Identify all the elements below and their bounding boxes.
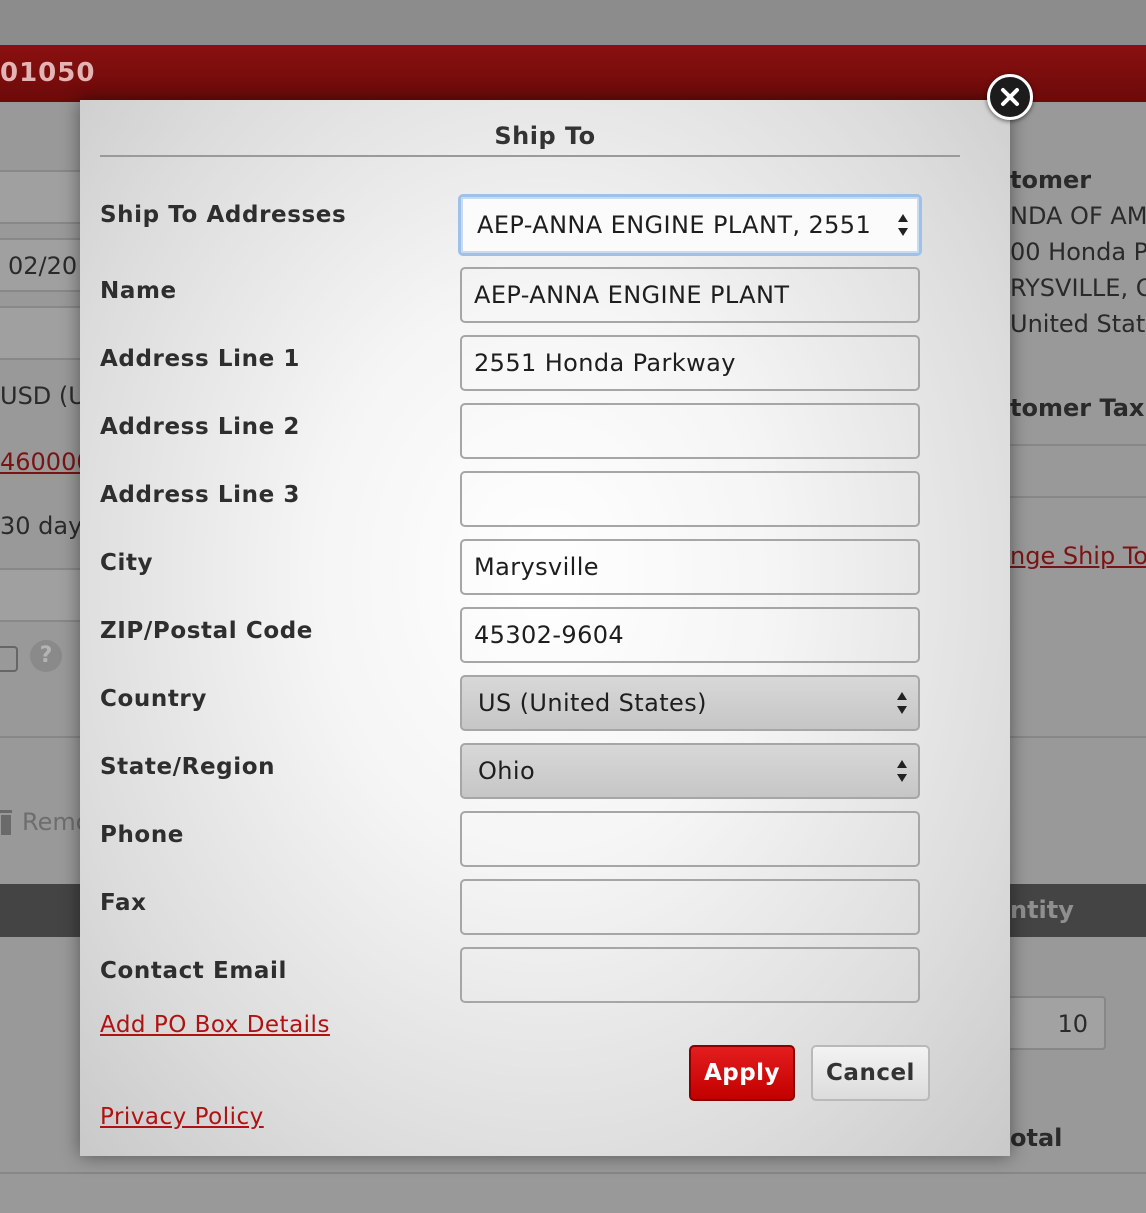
bg-divider xyxy=(0,736,80,738)
country-select[interactable]: US (United States) xyxy=(460,675,920,731)
phone-input[interactable] xyxy=(460,811,920,867)
name-label: Name xyxy=(100,278,177,304)
bg-customer-heading: tomer xyxy=(1010,166,1092,194)
bg-field-1 xyxy=(0,170,82,224)
order-header-bar xyxy=(0,45,1146,102)
add-po-box-link[interactable]: Add PO Box Details xyxy=(100,1012,330,1038)
ship-to-addresses-label: Ship To Addresses xyxy=(100,202,347,228)
state-label: State/Region xyxy=(100,754,276,780)
select-arrows-icon xyxy=(896,691,908,715)
bg-quantity-value: 10 xyxy=(1057,1010,1088,1038)
city-input[interactable]: Marysville xyxy=(460,539,920,595)
bg-change-ship-to-link: nge Ship To xyxy=(1010,542,1146,570)
bg-field-4 xyxy=(0,568,82,622)
address-line-1-label: Address Line 1 xyxy=(100,346,300,372)
bg-field-3 xyxy=(0,306,82,360)
close-dialog-button[interactable] xyxy=(987,74,1033,120)
bg-customer-line-3: RYSVILLE, OH xyxy=(1010,274,1146,302)
bg-divider-right xyxy=(1010,444,1146,446)
zip-label: ZIP/Postal Code xyxy=(100,618,313,644)
address-line-2-label: Address Line 2 xyxy=(100,414,300,440)
phone-label: Phone xyxy=(100,822,185,848)
state-value: Ohio xyxy=(478,757,536,785)
bg-total: otal xyxy=(1010,1124,1063,1152)
zip-input[interactable]: 45302-9604 xyxy=(460,607,920,663)
privacy-policy-link[interactable]: Privacy Policy xyxy=(100,1104,264,1130)
bg-checkbox xyxy=(0,646,18,672)
address-line-1-input[interactable]: 2551 Honda Parkway xyxy=(460,335,920,391)
bg-amount-link: 460000 xyxy=(0,448,92,476)
bg-divider-right-2 xyxy=(1010,496,1146,498)
address-line-3-input[interactable] xyxy=(460,471,920,527)
dialog-title: Ship To xyxy=(494,122,596,150)
bg-customer-tax: tomer Tax xyxy=(1010,394,1145,422)
apply-button[interactable]: Apply xyxy=(689,1045,795,1101)
country-value: US (United States) xyxy=(478,689,707,717)
city-label: City xyxy=(100,550,154,576)
contact-email-input[interactable] xyxy=(460,947,920,1003)
bg-divider-right-3 xyxy=(1010,736,1146,738)
address-line-3-label: Address Line 3 xyxy=(100,482,300,508)
order-number: 01050 xyxy=(0,58,96,88)
bg-customer-line-2: 00 Honda P xyxy=(1010,238,1146,266)
bg-date: 02/20 xyxy=(8,252,78,280)
ship-to-dialog: Ship To Ship To Addresses AEP-ANNA ENGIN… xyxy=(80,100,1010,1156)
name-input[interactable]: AEP-ANNA ENGINE PLANT xyxy=(460,267,920,323)
top-band xyxy=(0,0,1146,45)
state-select[interactable]: Ohio xyxy=(460,743,920,799)
fax-input[interactable] xyxy=(460,879,920,935)
cancel-button[interactable]: Cancel xyxy=(811,1045,930,1101)
bg-customer-line-1: NDA OF AME xyxy=(1010,202,1146,230)
trash-icon xyxy=(0,810,12,835)
title-divider xyxy=(100,155,960,157)
ship-to-addresses-value: AEP-ANNA ENGINE PLANT, 2551 xyxy=(477,211,872,239)
country-label: Country xyxy=(100,686,207,712)
bg-customer-line-4: United State xyxy=(1010,310,1146,338)
ship-to-addresses-select[interactable]: AEP-ANNA ENGINE PLANT, 2551 xyxy=(458,194,922,256)
contact-email-label: Contact Email xyxy=(100,958,287,984)
bg-footer-divider xyxy=(0,1172,1146,1174)
address-line-2-input[interactable] xyxy=(460,403,920,459)
close-icon xyxy=(1001,88,1019,106)
help-icon: ? xyxy=(30,640,62,672)
bg-quantity-header: ntity xyxy=(1010,896,1074,924)
select-arrows-icon xyxy=(896,759,908,783)
fax-label: Fax xyxy=(100,890,147,916)
select-arrows-icon xyxy=(897,213,909,237)
